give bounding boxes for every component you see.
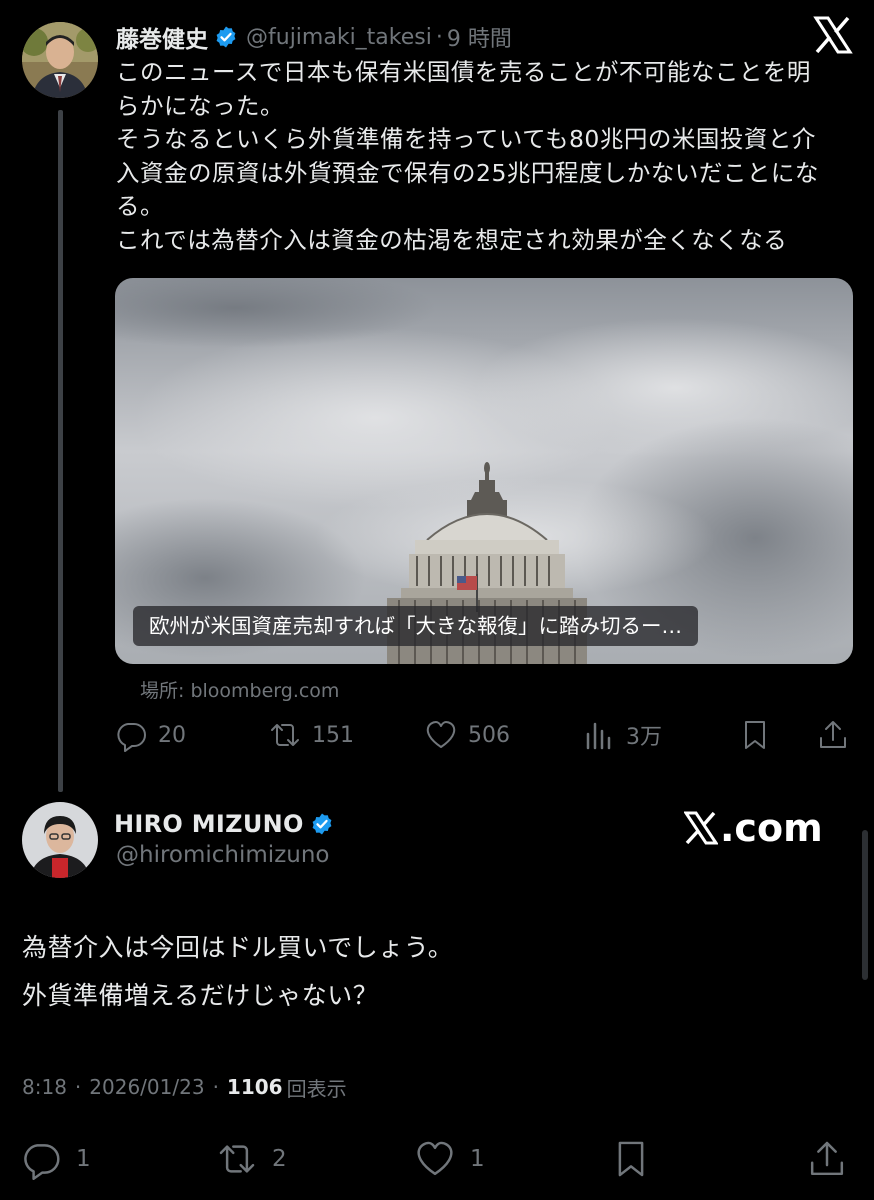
repost-count: 2 (272, 1146, 287, 1172)
reply-icon (117, 723, 146, 752)
tweet-time[interactable]: 9 時間 (447, 21, 512, 53)
link-card-title[interactable]: 欧州が米国資産売却すれば「大きな報復」に踏み切るー… (133, 606, 698, 646)
separator-dot: · (74, 1075, 82, 1099)
tweet-text-line: そうなるといくら外貨準備を持っていても80兆円の米国投資と介 (116, 125, 816, 153)
x-logo-icon (684, 811, 718, 845)
reply-button[interactable]: 20 (114, 712, 186, 758)
main-tweet-actions: 1 2 1 (20, 1134, 854, 1184)
reply-icon (24, 1144, 60, 1180)
quoted-tweet-text: このニュースで日本も保有米国債を売ることが不可能なことを明 らかになった。 そう… (116, 56, 861, 257)
bookmark-button[interactable] (610, 1134, 652, 1184)
tweet-text-line: 外貨準備増えるだけじゃない？ (22, 981, 379, 1010)
avatar-fujimaki[interactable] (22, 22, 98, 98)
thread-connector-line (58, 110, 63, 792)
share-button[interactable] (806, 1134, 848, 1184)
reply-button[interactable]: 1 (20, 1134, 91, 1184)
views-icon (586, 722, 611, 750)
quoted-tweet-header: 藤巻健史 @fujimaki_takesi · 9 時間 (116, 20, 512, 54)
like-icon (426, 721, 456, 748)
author-handle[interactable]: @fujimaki_takesi (246, 25, 432, 50)
bookmark-icon (618, 1141, 644, 1177)
tweet-text-line: 入資金の原資は外貨預金で保有の25兆円程度しかないだことにな (116, 158, 819, 187)
views-count: 1106 (226, 1075, 283, 1099)
tweet-time[interactable]: 8:18 (22, 1075, 67, 1099)
tweet-text-line: このニュースで日本も保有米国債を売ることが不可能なことを明 (116, 58, 811, 86)
scrollbar[interactable] (862, 830, 868, 980)
repost-count: 151 (312, 722, 354, 748)
tweet-text-line: これでは為替介入は資金の枯渇を想定され効果が全くなくなる (116, 225, 788, 254)
avatar-hiro-mizuno[interactable] (22, 802, 98, 878)
repost-button[interactable]: 2 (216, 1134, 287, 1184)
bookmark-icon (745, 721, 765, 749)
reply-count: 1 (76, 1146, 91, 1172)
like-icon (417, 1141, 453, 1176)
like-count: 506 (468, 722, 510, 748)
x-com-watermark: .com (684, 806, 823, 850)
bookmark-button[interactable] (738, 712, 772, 758)
reply-count: 20 (158, 722, 186, 748)
repost-icon (219, 1145, 255, 1173)
repost-icon (271, 724, 299, 746)
verified-badge-icon (214, 25, 238, 49)
tweet-text-line: る。 (116, 192, 164, 220)
tweet-text-line: 為替介入は今回はドル買いでしょう。 (22, 933, 454, 962)
views-count: 3万 (626, 725, 662, 750)
share-button[interactable] (816, 712, 850, 758)
author-handle[interactable]: @hiromichimizuno (116, 842, 330, 868)
author-name[interactable]: HIRO MIZUNO (114, 810, 304, 838)
separator-dot: · (212, 1075, 219, 1099)
views-label: 回表示 (286, 1076, 347, 1101)
repost-button[interactable]: 151 (268, 712, 354, 758)
main-tweet-text: 為替介入は今回はドル買いでしょう。 外貨準備増えるだけじゃない？ (22, 924, 453, 1020)
tweet-meta: 8:18 · 2026/01/23 · 1106 回表示 (22, 1072, 347, 1102)
like-count: 1 (470, 1146, 485, 1172)
tweet-text-line: らかになった。 (116, 91, 284, 120)
verified-badge-icon (310, 812, 334, 836)
link-card-source[interactable]: 場所: bloomberg.com (140, 676, 339, 703)
like-button[interactable]: 506 (424, 712, 510, 758)
share-icon (810, 1141, 844, 1176)
tweet-date[interactable]: 2026/01/23 (89, 1075, 204, 1099)
brand-domain: .com (720, 806, 823, 850)
share-icon (820, 721, 846, 748)
quoted-tweet-actions: 20 151 506 3万 (114, 712, 854, 758)
x-logo-icon (812, 14, 854, 56)
separator-dot: · (435, 24, 443, 50)
main-tweet-header: HIRO MIZUNO (114, 806, 342, 842)
author-name[interactable]: 藤巻健史 (116, 20, 208, 54)
like-button[interactable]: 1 (414, 1134, 485, 1184)
views-button[interactable]: 3万 (582, 712, 662, 758)
